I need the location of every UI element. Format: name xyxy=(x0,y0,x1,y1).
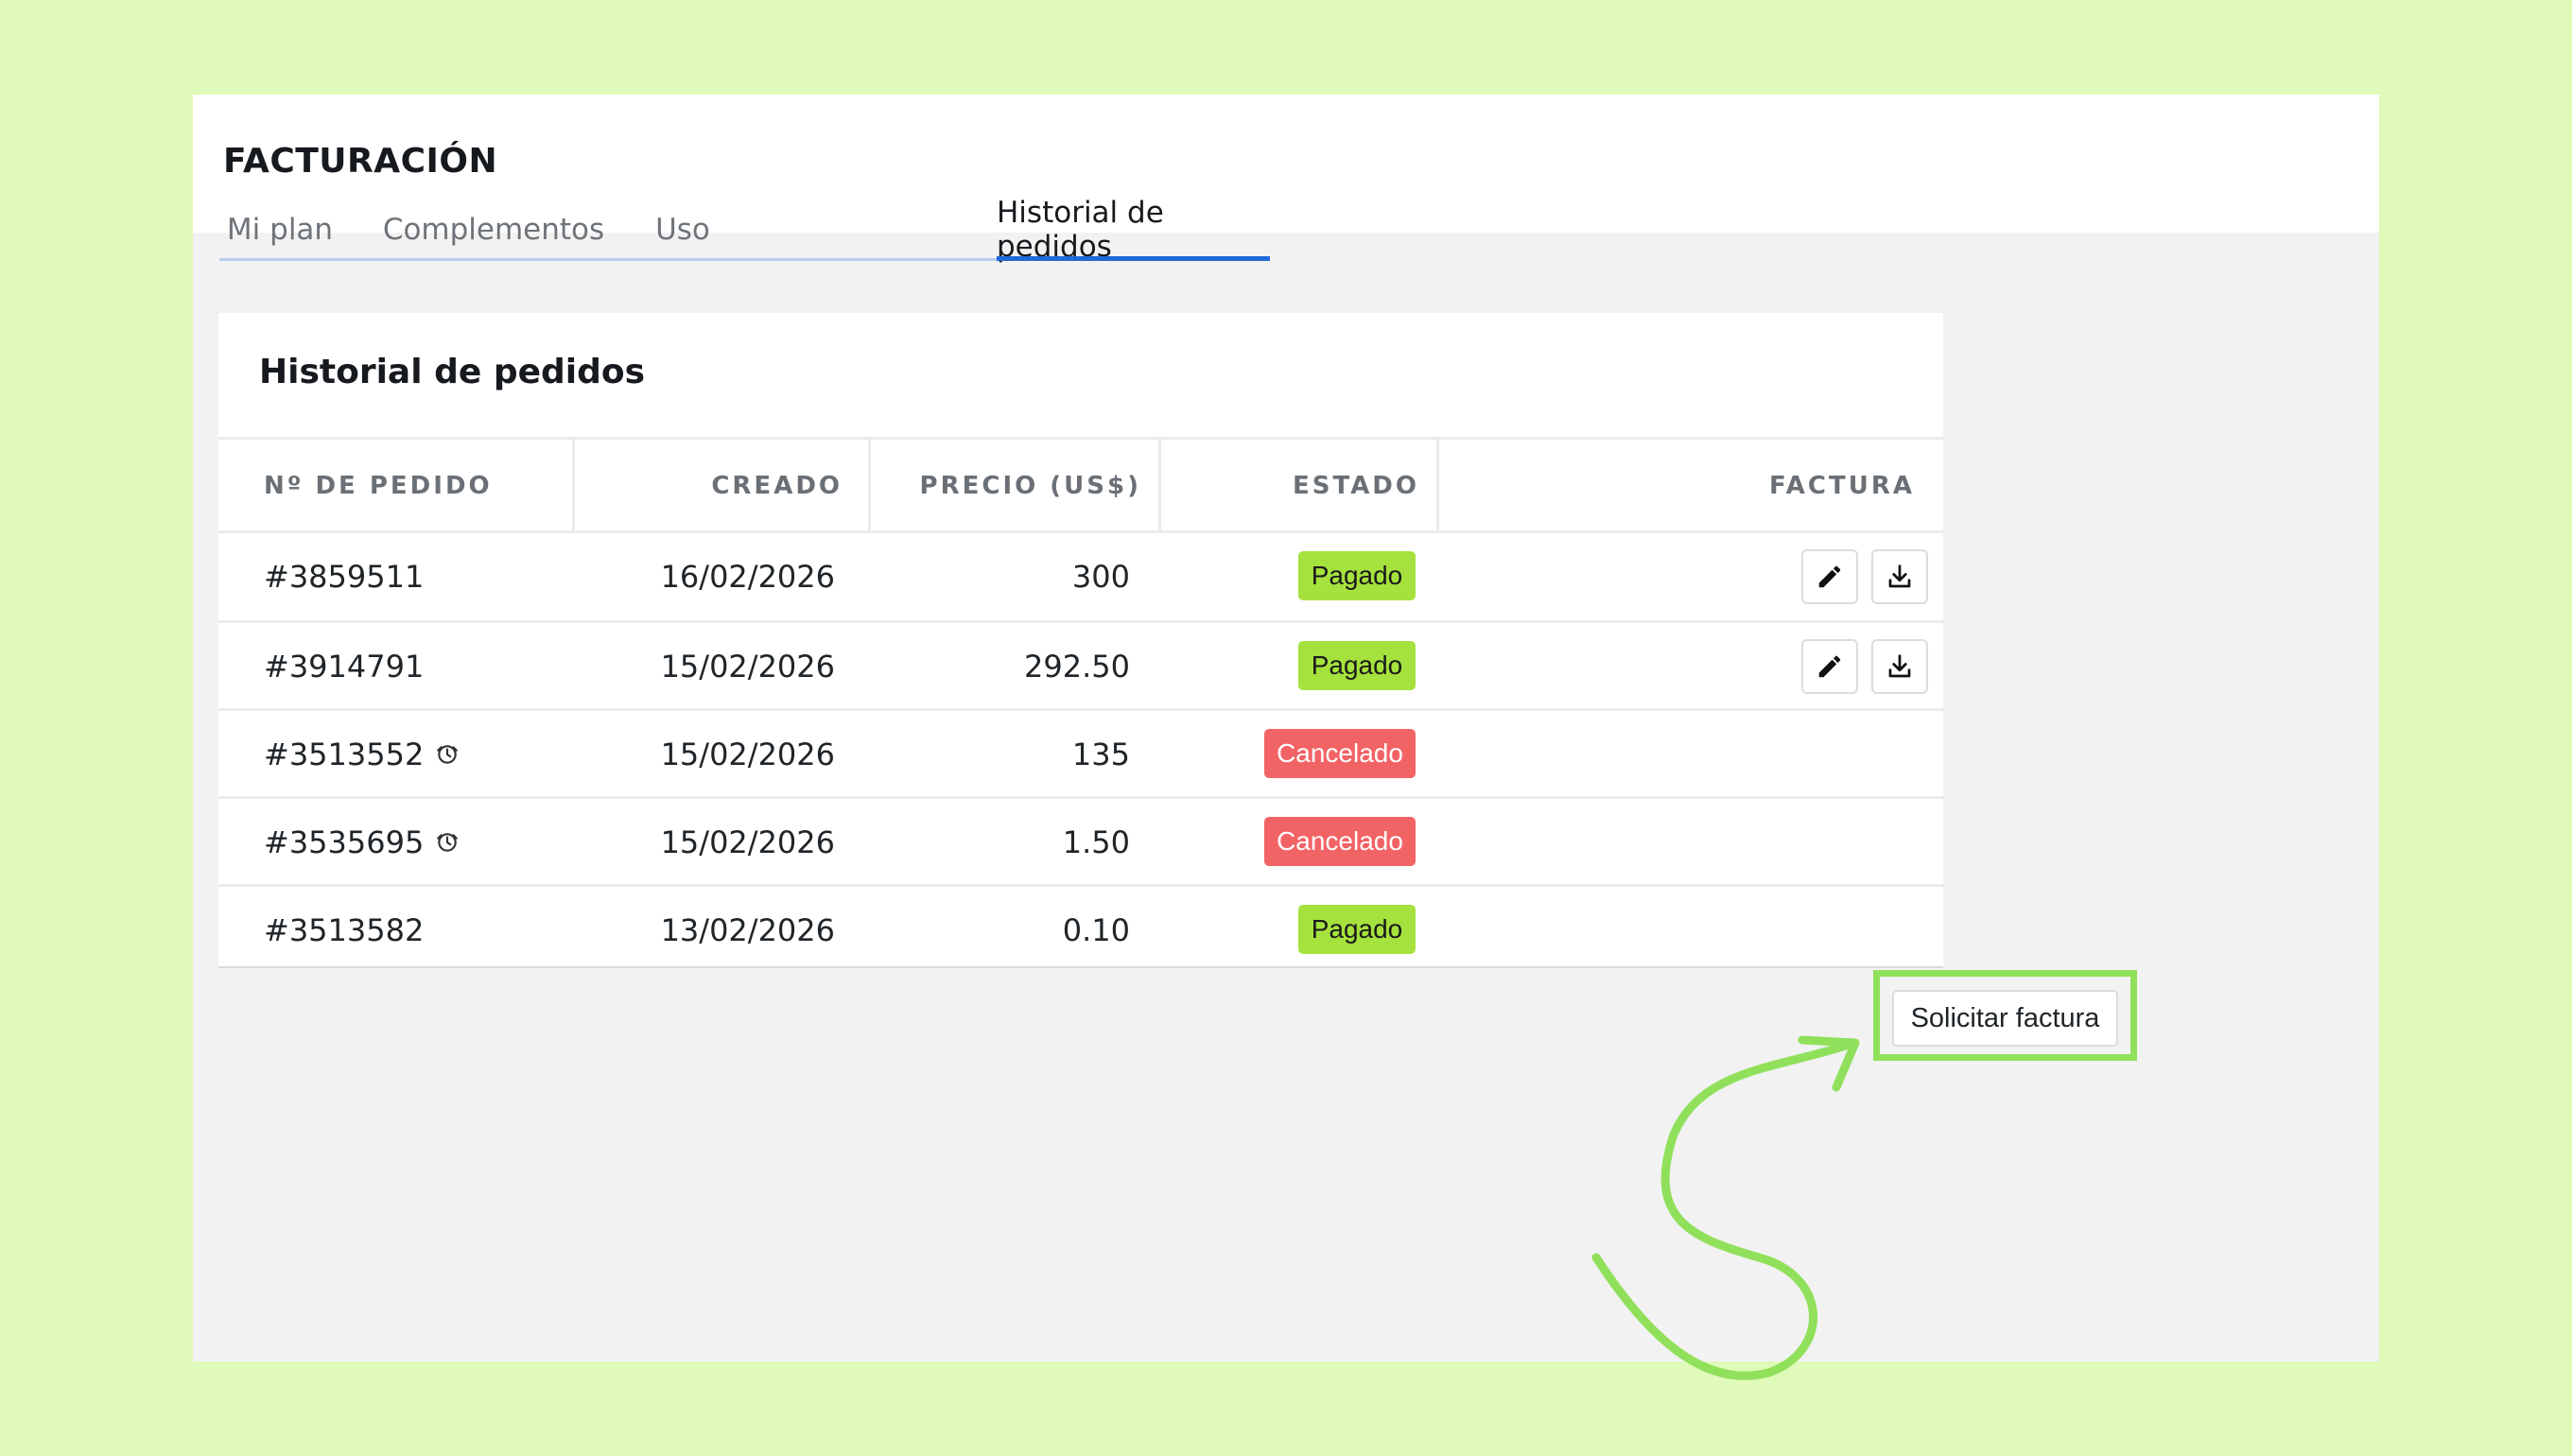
price: 292.50 xyxy=(1024,649,1130,685)
download-invoice-button[interactable] xyxy=(1871,639,1928,694)
created-date: 15/02/2026 xyxy=(660,824,835,860)
card-title: Historial de pedidos xyxy=(259,353,646,391)
tab-mi-plan[interactable]: Mi plan xyxy=(219,199,340,261)
price: 135 xyxy=(1071,737,1130,772)
column-divider xyxy=(868,439,871,532)
column-header-created: CREADO xyxy=(711,471,843,500)
billing-tabs: Mi plan Complementos Uso Historial de pe… xyxy=(219,196,1270,264)
column-divider xyxy=(1436,439,1439,532)
column-header-status: ESTADO xyxy=(1292,471,1419,500)
page-title: FACTURACIÓN xyxy=(223,142,498,181)
column-header-invoice: FACTURA xyxy=(1769,471,1915,500)
status-badge: Cancelado xyxy=(1264,729,1416,778)
column-divider xyxy=(572,439,575,532)
column-header-price: PRECIO (US$) xyxy=(919,471,1141,500)
tab-historial-de-pedidos[interactable]: Historial de pedidos xyxy=(997,196,1270,264)
created-date: 13/02/2026 xyxy=(660,912,835,948)
table-row: #3859511 16/02/2026 300 Pagado xyxy=(218,533,1943,620)
edit-icon xyxy=(1818,655,1841,678)
order-id-cell: #3513552 xyxy=(264,711,460,798)
column-divider xyxy=(1158,439,1161,532)
clock-icon xyxy=(437,745,459,764)
tab-uso[interactable]: Uso xyxy=(652,199,713,261)
table-row: #3513582 13/02/2026 0.10 Pagado xyxy=(218,887,1943,974)
download-icon xyxy=(1888,654,1911,678)
table-row: #3914791 15/02/2026 292.50 Pagado xyxy=(218,623,1943,710)
table-row: #3513552 15/02/2026 135 Cancelado xyxy=(218,711,1943,798)
created-date: 15/02/2026 xyxy=(660,737,835,772)
table-row: #3535695 15/02/2026 1.50 Cancelado xyxy=(218,799,1943,886)
tab-complementos[interactable]: Complementos xyxy=(383,199,604,261)
order-id-cell: #3535695 xyxy=(264,799,460,886)
edit-icon xyxy=(1818,565,1841,588)
created-date: 16/02/2026 xyxy=(660,559,835,595)
edit-invoice-button[interactable] xyxy=(1801,639,1858,694)
edit-invoice-button[interactable] xyxy=(1801,549,1858,604)
order-id: #3914791 xyxy=(264,649,425,685)
order-id: #3859511 xyxy=(264,559,425,595)
download-invoice-button[interactable] xyxy=(1871,549,1928,604)
column-header-order: Nº DE PEDIDO xyxy=(264,471,493,500)
order-id: #3513582 xyxy=(264,912,425,948)
order-history-card: Historial de pedidos Nº DE PEDIDO CREADO… xyxy=(218,313,1943,968)
price: 0.10 xyxy=(1062,912,1130,948)
price: 1.50 xyxy=(1062,824,1130,860)
price: 300 xyxy=(1071,559,1130,595)
download-icon xyxy=(1888,564,1911,588)
status-badge: Pagado xyxy=(1298,641,1416,690)
order-id: #3535695 xyxy=(264,824,425,860)
created-date: 15/02/2026 xyxy=(660,649,835,685)
status-badge: Cancelado xyxy=(1264,817,1416,866)
request-invoice-button[interactable]: Solicitar factura xyxy=(1892,990,2118,1047)
order-id: #3513552 xyxy=(264,737,425,772)
clock-icon xyxy=(437,833,459,852)
status-badge: Pagado xyxy=(1298,551,1416,600)
status-badge: Pagado xyxy=(1298,905,1416,954)
